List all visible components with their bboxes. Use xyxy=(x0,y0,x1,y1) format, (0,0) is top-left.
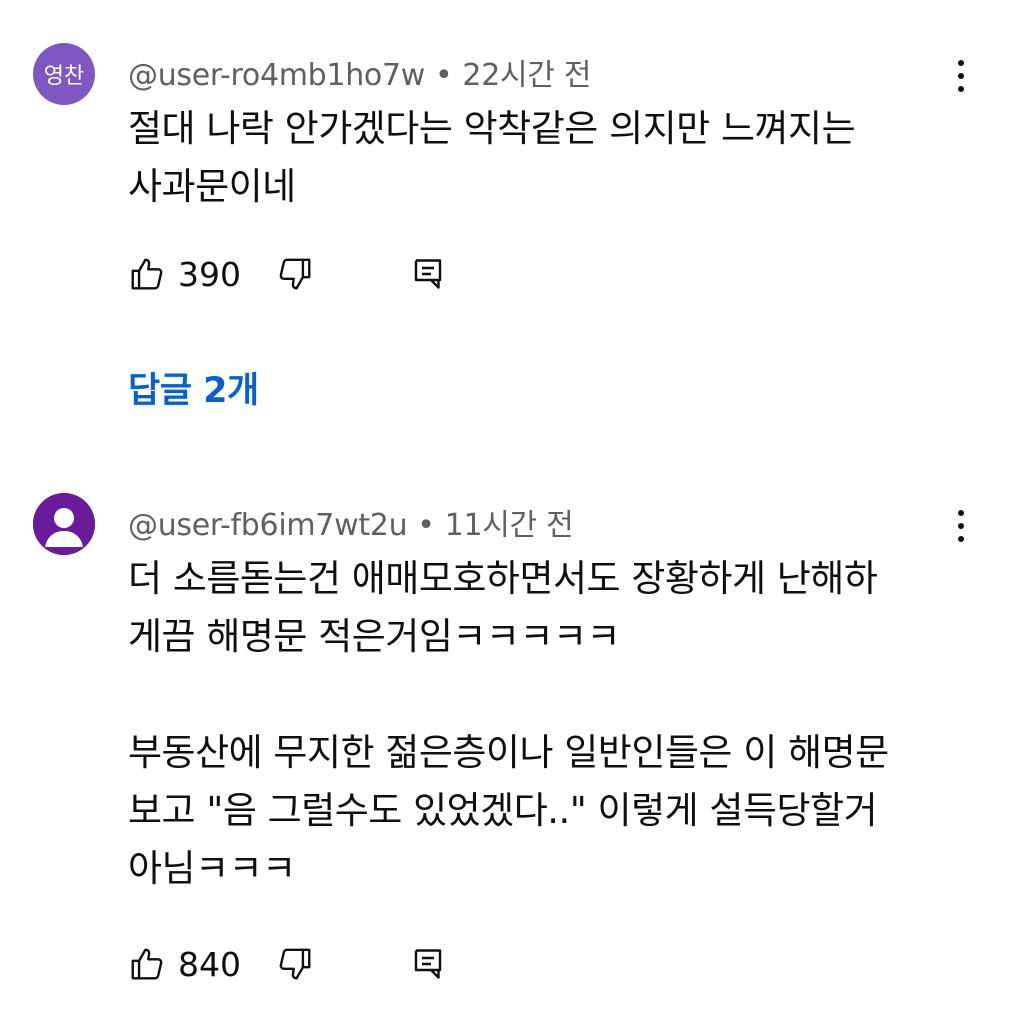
meta-separator: • xyxy=(417,508,435,543)
more-vert-icon-dot xyxy=(958,73,964,79)
comment-meta: @user-ro4mb1ho7w • 22시간 전 xyxy=(128,50,591,94)
dislike-button[interactable] xyxy=(276,945,314,983)
timestamp[interactable]: 22시간 전 xyxy=(462,58,591,93)
comment-line: 아님ㅋㅋㅋ xyxy=(128,847,296,890)
thumbs-up-icon xyxy=(131,948,163,980)
reply-icon xyxy=(414,949,442,979)
like-count: 390 xyxy=(178,254,241,294)
view-replies-link[interactable]: 답글 2개 xyxy=(128,362,259,413)
comment-text: 절대 나락 안가겠다는 악착같은 의지만 느껴지는 사과문이네 xyxy=(128,100,968,216)
more-vert-icon-dot xyxy=(958,523,964,529)
more-vert-icon-dot xyxy=(958,60,964,66)
dislike-button[interactable] xyxy=(276,255,314,293)
thumbs-down-icon xyxy=(279,948,311,980)
default-user-avatar-icon xyxy=(33,493,95,555)
thumbs-up-icon xyxy=(131,258,163,290)
comment-line: 부동산에 무지한 젊은층이나 일반인들은 이 해명문 xyxy=(128,731,889,774)
like-button[interactable] xyxy=(128,255,166,293)
meta-separator: • xyxy=(435,58,453,93)
author-name[interactable]: @user-fb6im7wt2u xyxy=(128,508,408,543)
author-name[interactable]: @user-ro4mb1ho7w xyxy=(128,58,425,93)
more-actions-button[interactable] xyxy=(948,504,974,548)
avatar-initials: 영찬 xyxy=(43,64,85,89)
comment-line: 절대 나락 안가겠다는 악착같은 의지만 느껴지는 xyxy=(128,107,856,150)
comment-actions: 840 xyxy=(128,942,446,986)
like-count: 840 xyxy=(178,944,241,984)
comment-line: 사과문이네 xyxy=(128,165,296,208)
reply-button[interactable] xyxy=(410,255,446,293)
comment-actions: 390 xyxy=(128,252,446,296)
more-actions-button[interactable] xyxy=(948,54,974,98)
more-vert-icon-dot xyxy=(958,510,964,516)
comment-line: 더 소름돋는건 애매모호하면서도 장황하게 난해하 xyxy=(128,557,878,600)
thumbs-down-icon xyxy=(279,258,311,290)
comment-line: 보고 "음 그럴수도 있었겠다.." 이렇게 설득당할거 xyxy=(128,789,878,832)
reply-icon xyxy=(414,259,442,289)
comment-meta: @user-fb6im7wt2u • 11시간 전 xyxy=(128,500,574,544)
like-button[interactable] xyxy=(128,945,166,983)
comments-page: 영찬 @user-ro4mb1ho7w • 22시간 전 절대 나락 안가겠다는 악… xyxy=(0,0,1024,1012)
timestamp[interactable]: 11시간 전 xyxy=(445,508,574,543)
comment-line: 게끔 해명문 적은거임ㅋㅋㅋㅋㅋ xyxy=(128,615,621,658)
more-vert-icon-dot xyxy=(958,86,964,92)
comment-text: 더 소름돋는건 애매모호하면서도 장황하게 난해하 게끔 해명문 적은거임ㅋㅋㅋ… xyxy=(128,550,968,898)
avatar[interactable]: 영찬 xyxy=(33,43,95,105)
more-vert-icon-dot xyxy=(958,536,964,542)
reply-button[interactable] xyxy=(410,945,446,983)
avatar[interactable] xyxy=(33,493,95,555)
